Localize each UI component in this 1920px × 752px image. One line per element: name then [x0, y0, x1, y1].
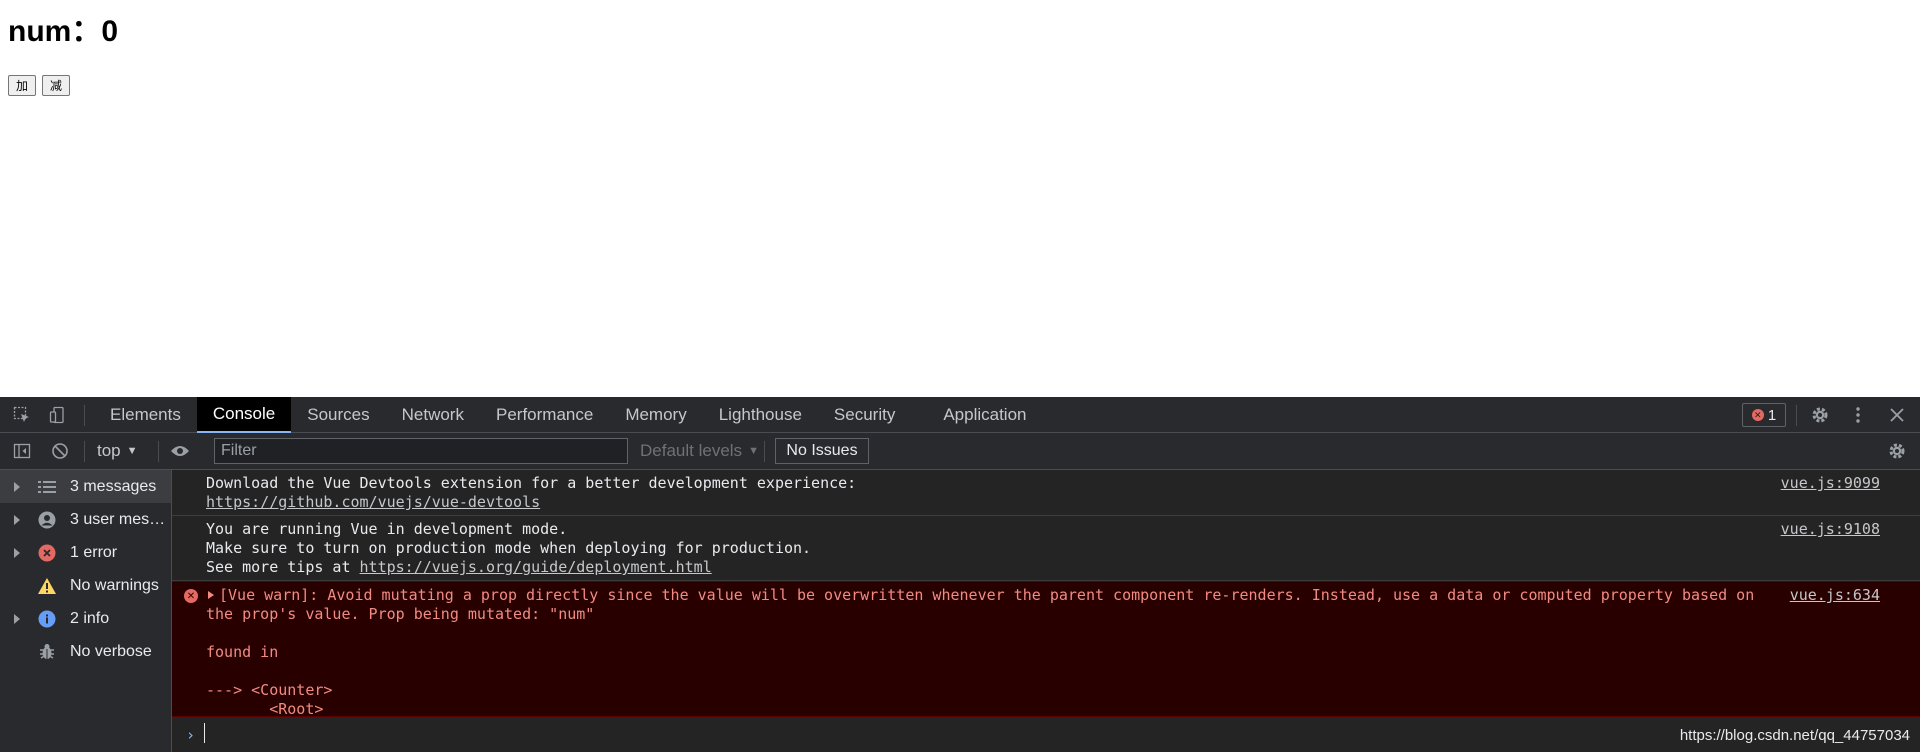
expand-arrow-icon — [14, 547, 20, 558]
sidebar-item-warnings[interactable]: No warnings — [0, 569, 171, 602]
log-levels-dropdown[interactable]: Default levels ▼ — [640, 439, 759, 463]
sidebar-item-errors[interactable]: 1 error — [0, 536, 171, 569]
tab-console[interactable]: Console — [196, 397, 292, 433]
toolbar-separator — [158, 441, 159, 462]
prompt-cursor[interactable] — [204, 723, 205, 743]
sidebar-label: 1 error — [70, 543, 118, 561]
error-text: the prop's value. Prop being mutated: "n… — [206, 605, 595, 623]
settings-gear-icon[interactable] — [1810, 405, 1830, 425]
source-link[interactable]: vue.js:9099 — [1781, 474, 1880, 493]
device-toolbar-icon[interactable] — [48, 405, 68, 425]
warning-icon — [37, 576, 57, 596]
error-count: 1 — [1767, 406, 1777, 424]
num-heading: num：0 — [8, 15, 119, 48]
list-icon — [37, 477, 57, 497]
user-icon — [37, 510, 57, 530]
button-row: 加 减 — [8, 75, 70, 96]
message-prefix: See more tips at — [206, 558, 360, 576]
devtools-tabbar: Elements Console Sources Network Perform… — [0, 397, 1920, 433]
close-icon[interactable] — [1887, 405, 1907, 425]
tab-sources[interactable]: Sources — [291, 397, 385, 433]
sidebar-label: No warnings — [70, 576, 159, 594]
sidebar-label: 3 messages — [70, 477, 157, 495]
console-message: Download the Vue Devtools extension for … — [172, 470, 1920, 516]
prompt-chevron-icon: › — [186, 726, 196, 744]
console-message: You are running Vue in development mode.… — [172, 516, 1920, 581]
source-link[interactable]: vue.js:634 — [1790, 586, 1880, 605]
dropdown-arrow-icon: ▼ — [748, 445, 759, 457]
inspect-element-icon[interactable] — [12, 405, 32, 425]
tabbar-separator — [1796, 405, 1797, 426]
error-count-badge[interactable]: ✕ 1 — [1742, 403, 1786, 427]
message-text: You are running Vue in development mode. — [206, 520, 568, 538]
error-text: [Vue warn]: Avoid mutating a prop direct… — [219, 586, 1755, 604]
error-badge-icon: ✕ — [1751, 409, 1764, 421]
tab-application[interactable]: Application — [911, 397, 1042, 433]
message-text-line: See more tips at https://vuejs.org/guide… — [206, 558, 712, 577]
more-options-icon[interactable] — [1848, 405, 1868, 425]
console-settings-gear-icon[interactable] — [1887, 441, 1907, 461]
sidebar-item-info[interactable]: 2 info — [0, 602, 171, 635]
error-text: ---> <Counter> — [206, 681, 333, 699]
subtract-button[interactable]: 减 — [42, 75, 70, 96]
message-text: Make sure to turn on production mode whe… — [206, 539, 812, 557]
sidebar-item-messages[interactable]: 3 messages — [0, 470, 171, 503]
page-content: num：0 加 减 — [0, 0, 1920, 397]
sidebar-item-user-messages[interactable]: 3 user mess... — [0, 503, 171, 536]
message-text: Download the Vue Devtools extension for … — [206, 474, 857, 492]
devtools-link[interactable]: https://github.com/vuejs/vue-devtools — [206, 493, 540, 512]
sidebar-label: 2 info — [70, 609, 110, 627]
expand-arrow-icon[interactable] — [208, 591, 214, 599]
error-icon: ✕ — [184, 589, 198, 603]
tab-lighthouse[interactable]: Lighthouse — [703, 397, 818, 433]
sidebar-label: No verbose — [70, 642, 152, 660]
source-link[interactable]: vue.js:9108 — [1781, 520, 1880, 539]
sidebar-item-verbose[interactable]: No verbose — [0, 635, 171, 668]
expand-arrow-icon — [14, 613, 20, 624]
info-icon — [37, 609, 57, 629]
live-expression-eye-icon[interactable] — [170, 441, 190, 461]
sidebar-label: 3 user mess... — [70, 510, 170, 528]
add-button[interactable]: 加 — [8, 75, 36, 96]
tab-network[interactable]: Network — [386, 397, 480, 433]
expand-arrow-icon — [14, 481, 20, 492]
console-output: Download the Vue Devtools extension for … — [172, 470, 1920, 752]
bug-icon — [37, 642, 57, 662]
console-sidebar: 3 messages 3 user mess... 1 error No war… — [0, 470, 172, 752]
context-select[interactable]: top ▼ — [97, 439, 138, 463]
toolbar-separator — [84, 441, 85, 462]
clear-console-icon[interactable] — [50, 441, 70, 461]
watermark: https://blog.csdn.net/qq_44757034 — [1679, 727, 1910, 744]
tab-performance[interactable]: Performance — [480, 397, 609, 433]
sidebar-toggle-icon[interactable] — [12, 441, 32, 461]
console-toolbar: top ▼ Default levels ▼ No Issues — [0, 433, 1920, 470]
issues-button[interactable]: No Issues — [775, 438, 869, 464]
error-icon — [37, 543, 57, 563]
expand-arrow-icon — [14, 514, 20, 525]
devtools-tabs: Elements Console Sources Network Perform… — [94, 397, 1043, 433]
context-value: top — [97, 441, 121, 460]
tab-memory[interactable]: Memory — [609, 397, 702, 433]
devtools-panel: Elements Console Sources Network Perform… — [0, 397, 1920, 752]
filter-input[interactable] — [214, 438, 628, 464]
console-prompt[interactable]: › — [172, 717, 1920, 752]
error-text: found in — [206, 643, 279, 661]
tab-security[interactable]: Security — [818, 397, 911, 433]
console-error-message: ✕ [Vue warn]: Avoid mutating a prop dire… — [172, 581, 1920, 718]
log-levels-label: Default levels — [640, 441, 743, 460]
toolbar-separator — [764, 441, 765, 462]
dropdown-arrow-icon: ▼ — [126, 445, 138, 457]
tab-elements[interactable]: Elements — [94, 397, 197, 433]
tabbar-separator — [84, 405, 85, 426]
deployment-guide-link[interactable]: https://vuejs.org/guide/deployment.html — [360, 558, 712, 576]
